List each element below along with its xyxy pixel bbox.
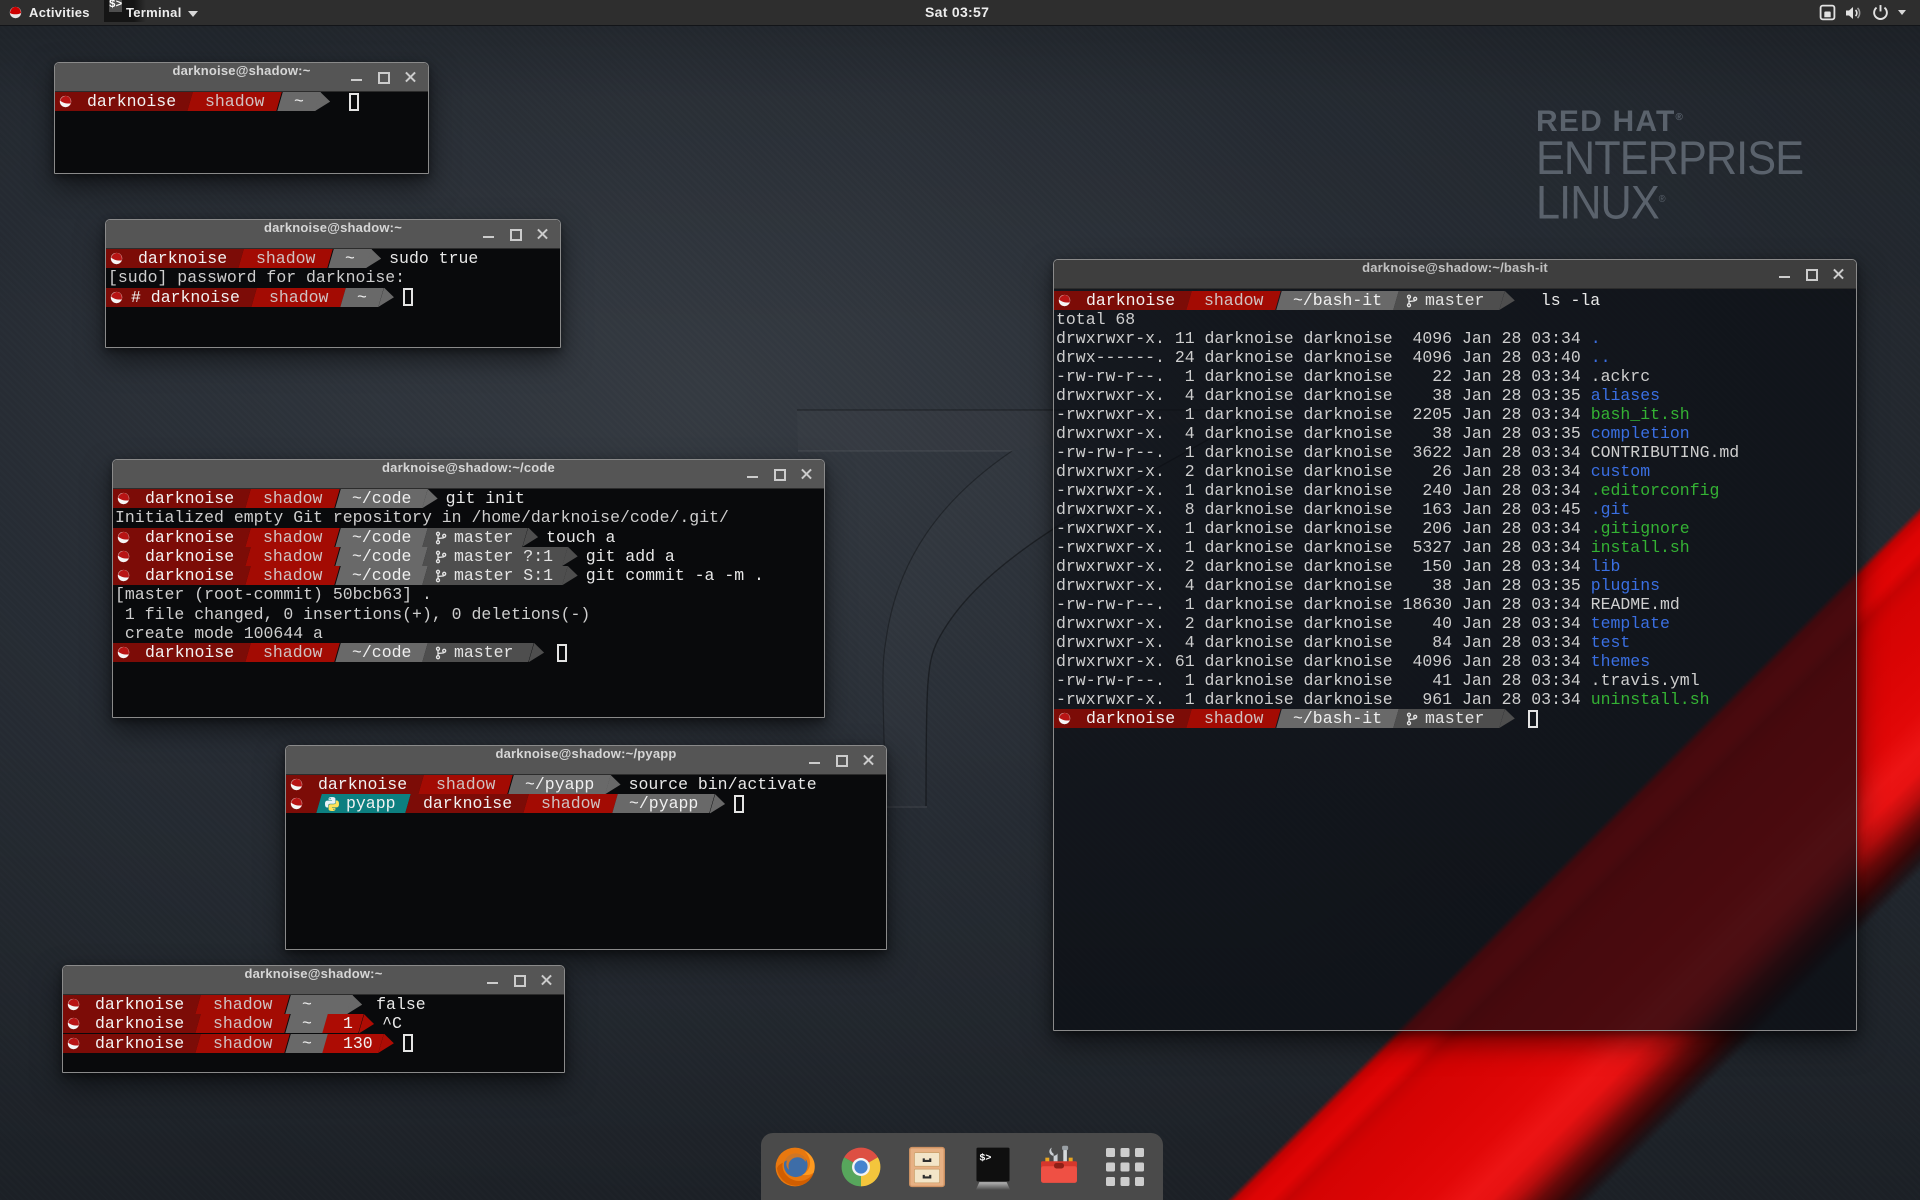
svg-text:$>: $> bbox=[979, 1153, 991, 1165]
